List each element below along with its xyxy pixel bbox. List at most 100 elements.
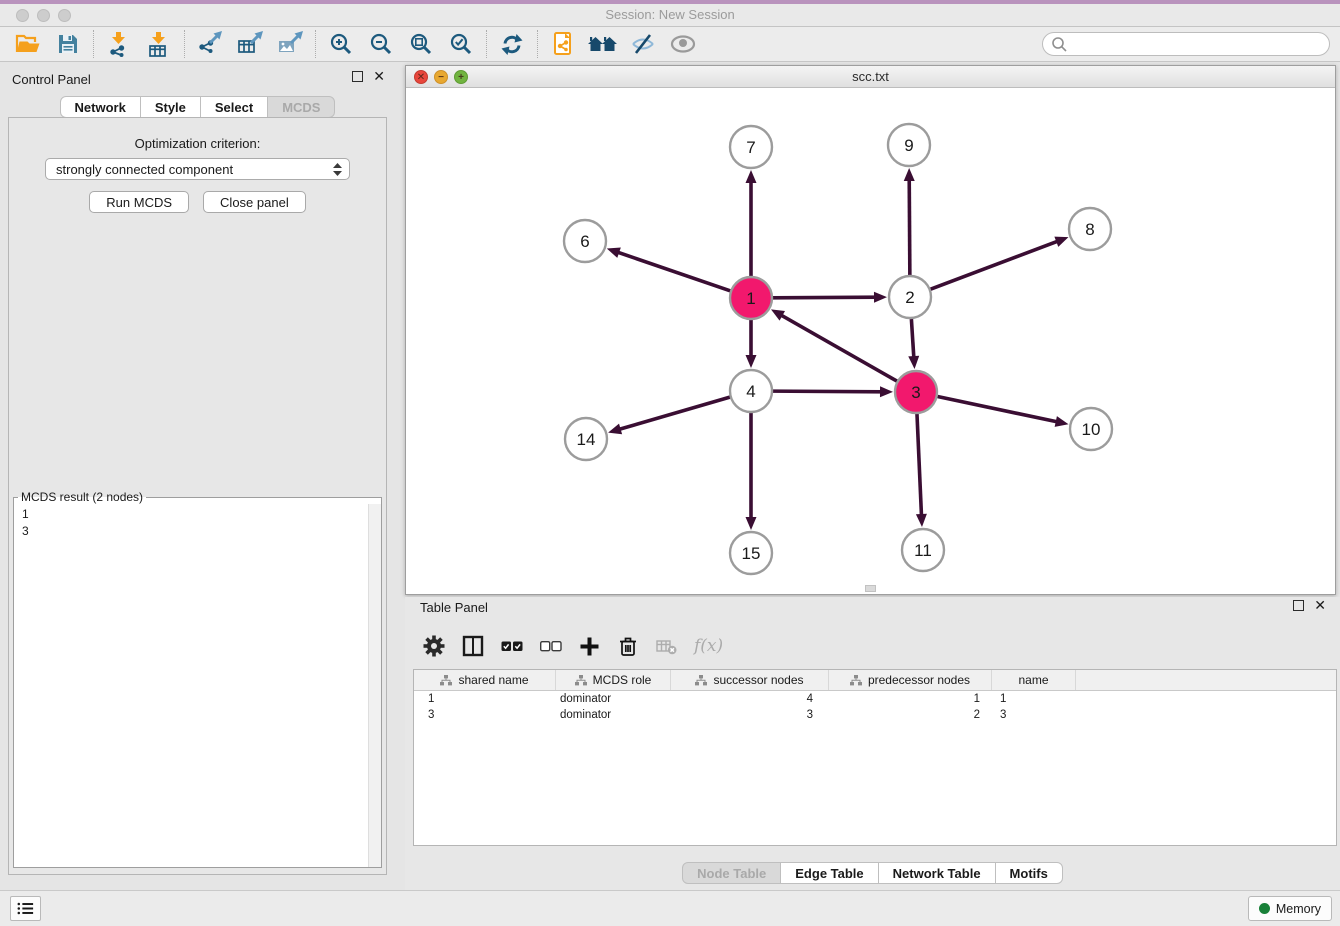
graph-node-15[interactable]: 15 <box>730 532 772 574</box>
graph-node-7[interactable]: 7 <box>730 126 772 168</box>
memory-status-icon <box>1259 903 1270 914</box>
float-panel-icon[interactable] <box>352 71 363 82</box>
function-builder-icon[interactable]: f(x) <box>694 636 723 656</box>
canvas-scrollbar-thumb[interactable] <box>865 585 876 592</box>
add-column-icon[interactable] <box>579 636 600 657</box>
network-canvas[interactable]: 7 9 6 8 1 2 4 3 14 10 15 11 <box>406 89 1335 594</box>
graph-node-6[interactable]: 6 <box>564 220 606 262</box>
close-panel-icon[interactable]: ✕ <box>1314 600 1326 611</box>
graph-edge-3-11[interactable] <box>917 414 922 517</box>
window-zoom-button[interactable] <box>58 9 71 22</box>
delete-column-icon[interactable] <box>617 635 639 657</box>
network-window-titlebar[interactable]: ✕ − + scc.txt <box>406 66 1335 88</box>
table-row[interactable]: 3dominator323 <box>414 707 1336 723</box>
tab-node-table[interactable]: Node Table <box>682 862 781 884</box>
hide-glyph-icon[interactable] <box>623 29 663 59</box>
column-header-shared-name[interactable]: shared name <box>414 670 556 690</box>
tab-edge-table[interactable]: Edge Table <box>780 862 878 884</box>
refresh-network-icon[interactable] <box>492 29 532 59</box>
tab-style[interactable]: Style <box>140 96 201 118</box>
network-graph[interactable]: 7 9 6 8 1 2 4 3 14 10 15 11 <box>406 89 1335 594</box>
zoom-in-icon[interactable] <box>321 29 361 59</box>
close-panel-button[interactable]: Close panel <box>203 191 306 213</box>
tab-motifs[interactable]: Motifs <box>995 862 1063 884</box>
criterion-value: strongly connected component <box>56 162 332 177</box>
search-box[interactable] <box>1042 32 1330 56</box>
network-window: ✕ − + scc.txt 7 9 6 8 1 2 4 3 14 10 15 11 <box>405 65 1336 595</box>
graph-node-4[interactable]: 4 <box>730 370 772 412</box>
table-cell: 1 <box>414 691 556 707</box>
select-all-columns-icon[interactable] <box>501 641 523 652</box>
search-input[interactable] <box>1073 36 1321 53</box>
unselect-all-columns-icon[interactable] <box>540 641 562 652</box>
automation-panel-button[interactable] <box>10 896 41 921</box>
table-row[interactable]: 1dominator411 <box>414 691 1336 707</box>
graph-node-11[interactable]: 11 <box>902 529 944 571</box>
criterion-select[interactable]: strongly connected component <box>45 158 350 180</box>
tab-network[interactable]: Network <box>60 96 141 118</box>
float-panel-icon[interactable] <box>1293 600 1304 611</box>
graph-edge-2-8[interactable] <box>931 241 1060 290</box>
export-network-icon[interactable] <box>190 29 230 59</box>
result-scrollbar[interactable] <box>368 504 381 867</box>
graph-node-9[interactable]: 9 <box>888 124 930 166</box>
window-minimize-button[interactable] <box>37 9 50 22</box>
edge-arrowhead <box>880 386 893 397</box>
table-cell: 4 <box>671 691 829 707</box>
column-header-predecessor-nodes[interactable]: predecessor nodes <box>829 670 992 690</box>
graph-node-10[interactable]: 10 <box>1070 408 1112 450</box>
graph-edge-1-2[interactable] <box>773 297 877 298</box>
run-mcds-button[interactable]: Run MCDS <box>89 191 189 213</box>
import-table-icon[interactable] <box>139 29 179 59</box>
export-image-icon[interactable] <box>270 29 310 59</box>
zoom-selected-icon[interactable] <box>441 29 481 59</box>
tab-mcds[interactable]: MCDS <box>267 96 335 118</box>
import-network-icon[interactable] <box>99 29 139 59</box>
memory-button[interactable]: Memory <box>1248 896 1332 921</box>
show-glyph-icon[interactable] <box>663 29 703 59</box>
tab-select[interactable]: Select <box>200 96 268 118</box>
graph-edge-2-9[interactable] <box>909 178 910 275</box>
tab-network-table[interactable]: Network Table <box>878 862 996 884</box>
edge-arrowhead <box>916 514 927 527</box>
delete-table-icon[interactable] <box>656 637 677 655</box>
graph-edge-4-14[interactable] <box>618 397 730 430</box>
export-table-icon[interactable] <box>230 29 270 59</box>
control-panel: Control Panel ✕ NetworkStyleSelectMCDS O… <box>0 63 395 883</box>
graph-node-14[interactable]: 14 <box>565 418 607 460</box>
table-panel: Table Panel ✕ <box>405 597 1340 890</box>
graph-edge-4-3[interactable] <box>773 391 883 392</box>
node-label: 15 <box>742 544 761 563</box>
column-header-name[interactable]: name <box>992 670 1076 690</box>
column-header-MCDS-role[interactable]: MCDS role <box>556 670 671 690</box>
network-window-title: scc.txt <box>852 69 889 84</box>
window-close-button[interactable] <box>16 9 29 22</box>
graph-edge-2-3[interactable] <box>911 319 914 359</box>
graph-edge-3-10[interactable] <box>938 397 1059 423</box>
network-maximize-icon[interactable]: + <box>454 70 468 84</box>
gear-icon[interactable] <box>423 635 445 657</box>
home-icon[interactable] <box>583 29 623 59</box>
table-cell: 2 <box>829 707 992 723</box>
clone-network-icon[interactable] <box>543 29 583 59</box>
table-panel-tabs: Node TableEdge TableNetwork TableMotifs <box>405 862 1340 884</box>
zoom-fit-icon[interactable] <box>401 29 441 59</box>
network-close-icon[interactable]: ✕ <box>414 70 428 84</box>
graph-node-3[interactable]: 3 <box>895 371 937 413</box>
zoom-out-icon[interactable] <box>361 29 401 59</box>
network-minimize-icon[interactable]: − <box>434 70 448 84</box>
graph-node-8[interactable]: 8 <box>1069 208 1111 250</box>
graph-node-1[interactable]: 1 <box>730 277 772 319</box>
column-header-successor-nodes[interactable]: successor nodes <box>671 670 829 690</box>
node-label: 9 <box>904 136 913 155</box>
mcds-result-list[interactable]: 13 <box>14 504 368 867</box>
open-file-icon[interactable] <box>8 29 48 59</box>
save-session-icon[interactable] <box>48 29 88 59</box>
close-panel-icon[interactable]: ✕ <box>373 71 385 82</box>
table-body: 1dominator4113dominator323 <box>414 691 1336 723</box>
graph-edge-1-6[interactable] <box>616 252 730 291</box>
show-columns-icon[interactable] <box>462 635 484 657</box>
edge-arrowhead <box>1054 237 1068 247</box>
graph-edge-3-1[interactable] <box>780 314 897 381</box>
graph-node-2[interactable]: 2 <box>889 276 931 318</box>
